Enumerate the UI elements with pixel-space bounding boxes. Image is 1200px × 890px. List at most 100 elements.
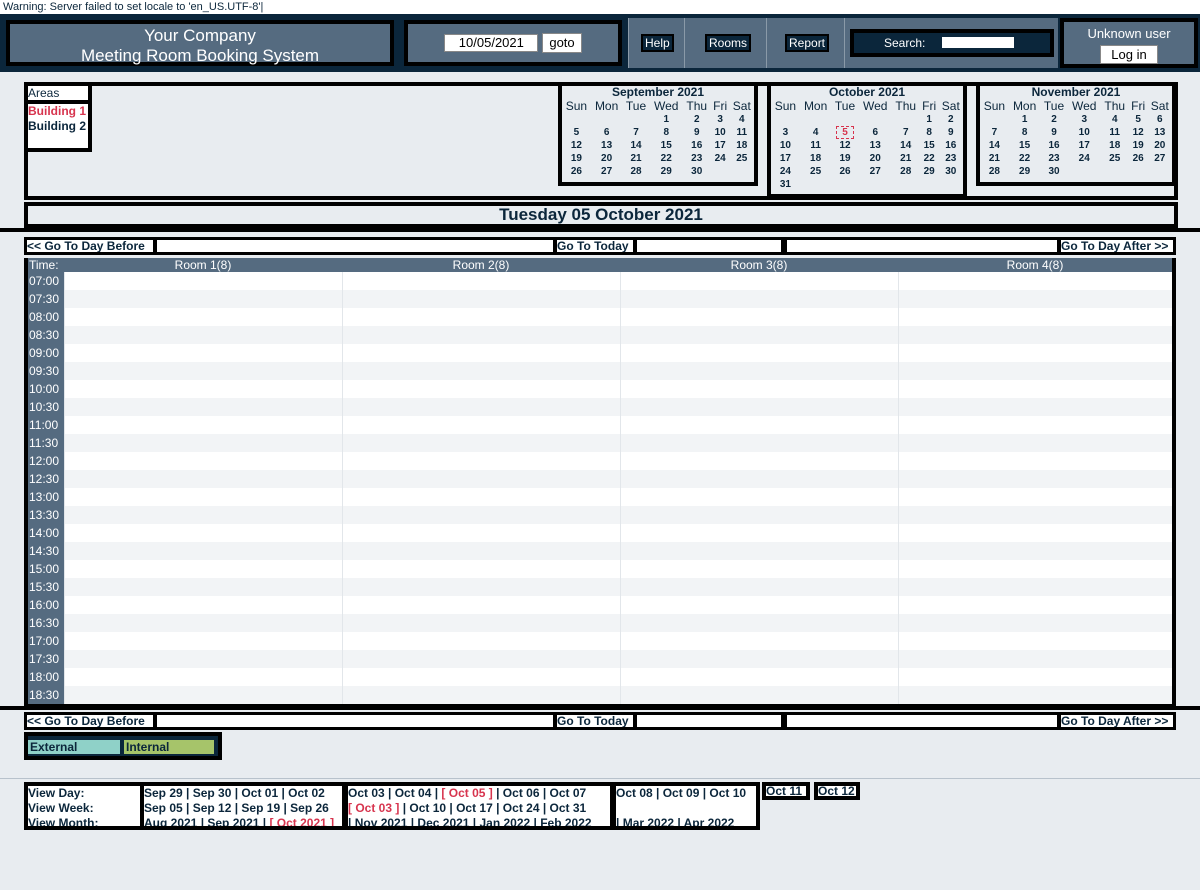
booking-slot[interactable] [64,632,342,650]
month-title[interactable]: November 2021 [980,86,1172,99]
calendar-day-number[interactable]: 19 [571,153,582,164]
calendar-day[interactable]: 1 [650,113,683,126]
booking-slot[interactable] [342,578,620,596]
calendar-day-number[interactable]: 3 [717,114,723,125]
time-slot-label[interactable]: 12:00 [28,452,64,470]
calendar-day[interactable]: 29 [650,165,683,178]
calendar-day[interactable]: 12 [1129,126,1148,139]
booking-slot[interactable] [898,524,1172,542]
booking-slot[interactable] [64,362,342,380]
booking-slot[interactable] [342,632,620,650]
calendar-day[interactable]: 21 [892,152,920,165]
calendar-day-number[interactable]: 29 [1019,166,1030,177]
calendar-day-number[interactable]: 22 [924,153,935,164]
day-link-current[interactable]: [ Oct 05 ] [441,786,492,800]
time-slot-label[interactable]: 17:00 [28,632,64,650]
calendar-day[interactable]: 13 [859,139,892,152]
booking-slot[interactable] [64,272,342,290]
calendar-day[interactable]: 20 [859,152,892,165]
booking-slot[interactable] [64,650,342,668]
booking-slot[interactable] [64,668,342,686]
booking-slot[interactable] [898,380,1172,398]
calendar-day[interactable]: 27 [1148,152,1172,165]
calendar-day[interactable]: 26 [1129,152,1148,165]
calendar-day-number[interactable]: 12 [839,140,850,151]
calendar-day[interactable]: 14 [622,139,649,152]
booking-slot[interactable] [898,578,1172,596]
calendar-day[interactable]: 9 [683,126,711,139]
calendar-day-number[interactable]: 3 [783,127,789,138]
today-link[interactable]: Go To Today [554,237,636,255]
calendar-day-number[interactable]: 26 [1133,153,1144,164]
calendar-day[interactable]: 13 [1148,126,1172,139]
time-slot-label[interactable]: 10:30 [28,398,64,416]
time-slot-label[interactable]: 11:00 [28,416,64,434]
month-link-current[interactable]: [ Oct 2021 ] [269,816,334,826]
calendar-day[interactable]: 18 [800,152,832,165]
booking-slot[interactable] [620,560,898,578]
booking-slot[interactable] [342,434,620,452]
calendar-day-number[interactable]: 2 [948,114,954,125]
calendar-day-number[interactable]: 20 [870,153,881,164]
time-slot-label[interactable]: 07:30 [28,290,64,308]
booking-slot[interactable] [620,506,898,524]
search-input[interactable] [942,37,1014,48]
calendar-day-number[interactable]: 7 [633,127,639,138]
calendar-day-number[interactable]: 5 [574,127,580,138]
calendar-day[interactable]: 21 [980,152,1009,165]
calendar-day-number[interactable]: 20 [1154,140,1165,151]
day-before-link[interactable]: << Go To Day Before [24,237,156,255]
calendar-day[interactable]: 3 [771,126,800,139]
booking-slot[interactable] [342,470,620,488]
calendar-day-number[interactable]: 8 [1022,127,1028,138]
calendar-day[interactable]: 10 [1068,126,1101,139]
booking-slot[interactable] [898,362,1172,380]
booking-slot[interactable] [898,614,1172,632]
view-month-links[interactable]: Aug 2021 | Sep 2021 | [ Oct 2021 ] [144,816,342,826]
day-link-oct-12[interactable]: Oct 12 [814,782,860,800]
calendar-day[interactable]: 11 [730,126,754,139]
calendar-day[interactable]: 2 [683,113,711,126]
week-link[interactable]: | Oct 10 | Oct 17 | Oct 24 | Oct 31 [399,801,587,815]
time-slot-label[interactable]: 16:00 [28,596,64,614]
booking-slot[interactable] [64,614,342,632]
calendar-day[interactable]: 4 [800,126,832,139]
calendar-day[interactable]: 19 [831,152,858,165]
calendar-day[interactable]: 25 [800,165,832,178]
calendar-day-number[interactable]: 7 [992,127,998,138]
calendar-day[interactable]: 30 [1040,165,1067,178]
calendar-day[interactable]: 3 [1068,113,1101,126]
booking-slot[interactable] [64,560,342,578]
calendar-day-number[interactable]: 25 [1109,153,1120,164]
calendar-day[interactable]: 22 [920,152,939,165]
calendar-day[interactable]: 21 [622,152,649,165]
calendar-day-number[interactable]: 19 [839,153,850,164]
booking-slot[interactable] [898,542,1172,560]
booking-slot[interactable] [64,416,342,434]
calendar-day[interactable]: 30 [939,165,963,178]
booking-slot[interactable] [620,578,898,596]
booking-slot[interactable] [342,272,620,290]
calendar-day-number[interactable]: 17 [1079,140,1090,151]
calendar-day-number[interactable]: 20 [601,153,612,164]
area-building-2[interactable]: Building 2 [28,119,88,134]
booking-slot[interactable] [898,290,1172,308]
calendar-day-number[interactable]: 31 [780,179,791,190]
booking-slot[interactable] [342,416,620,434]
booking-slot[interactable] [620,632,898,650]
calendar-day[interactable]: 23 [1040,152,1067,165]
booking-slot[interactable] [620,452,898,470]
calendar-day[interactable]: 16 [1040,139,1067,152]
calendar-day[interactable]: 27 [859,165,892,178]
calendar-day-number[interactable]: 12 [1133,127,1144,138]
calendar-day[interactable]: 30 [683,165,711,178]
calendar-day-number[interactable]: 17 [715,140,726,151]
time-slot-label[interactable]: 18:30 [28,686,64,704]
booking-slot[interactable] [620,290,898,308]
time-slot-label[interactable]: 14:30 [28,542,64,560]
calendar-day-number[interactable]: 26 [571,166,582,177]
booking-slot[interactable] [620,380,898,398]
calendar-day[interactable]: 24 [771,165,800,178]
calendar-day[interactable]: 22 [1009,152,1041,165]
room-header[interactable]: Room 3(8) [620,258,898,272]
